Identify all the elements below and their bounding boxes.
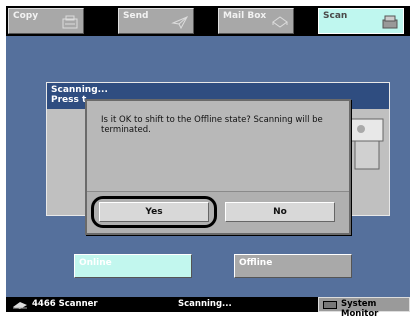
status-bar: 4466 Scanner Scanning... System Monitor xyxy=(6,297,410,319)
online-button-label: Online xyxy=(79,258,112,268)
status-job-text: 4466 Scanner xyxy=(32,299,98,309)
offline-button[interactable]: Offline xyxy=(234,254,352,278)
main-area: Scanning... Press t Is it OK to shift to… xyxy=(6,36,410,297)
copy-icon xyxy=(62,15,78,29)
tab-mailbox[interactable]: Mail Box xyxy=(218,8,294,34)
scanner-icon xyxy=(382,15,398,29)
no-button[interactable]: No xyxy=(225,202,335,222)
offline-button-label: Offline xyxy=(239,258,273,268)
system-monitor-button[interactable]: System Monitor xyxy=(318,297,410,319)
scanner-illustration-icon xyxy=(350,118,384,170)
tab-bar: Copy Send Mail Box Scan xyxy=(6,6,410,36)
yes-button[interactable]: Yes xyxy=(99,202,209,222)
dialog-button-bar: Yes No xyxy=(87,191,349,233)
scanner-status-icon xyxy=(13,302,27,309)
device-display: Copy Send Mail Box Scan Scanning... Pres… xyxy=(6,6,410,319)
tab-send[interactable]: Send xyxy=(118,8,194,34)
paper-plane-icon xyxy=(171,15,189,30)
tab-copy-label: Copy xyxy=(13,11,39,21)
confirm-offline-dialog: Is it OK to shift to the Offline state? … xyxy=(85,99,351,235)
mailbox-icon xyxy=(272,16,288,28)
tab-scan-label: Scan xyxy=(323,11,348,21)
tab-send-label: Send xyxy=(123,11,149,21)
dialog-message: Is it OK to shift to the Offline state? … xyxy=(101,115,323,135)
tab-copy[interactable]: Copy xyxy=(8,8,84,34)
scanning-status-text: Scanning... xyxy=(51,85,108,95)
tab-mailbox-label: Mail Box xyxy=(223,11,267,21)
status-state-text: Scanning... xyxy=(178,299,232,309)
tab-scan[interactable]: Scan xyxy=(318,8,404,34)
screen: Copy Send Mail Box Scan Scanning... Pres… xyxy=(0,0,414,319)
online-button[interactable]: Online xyxy=(74,254,192,278)
monitor-icon xyxy=(323,301,337,309)
system-monitor-label: System Monitor xyxy=(341,299,379,319)
